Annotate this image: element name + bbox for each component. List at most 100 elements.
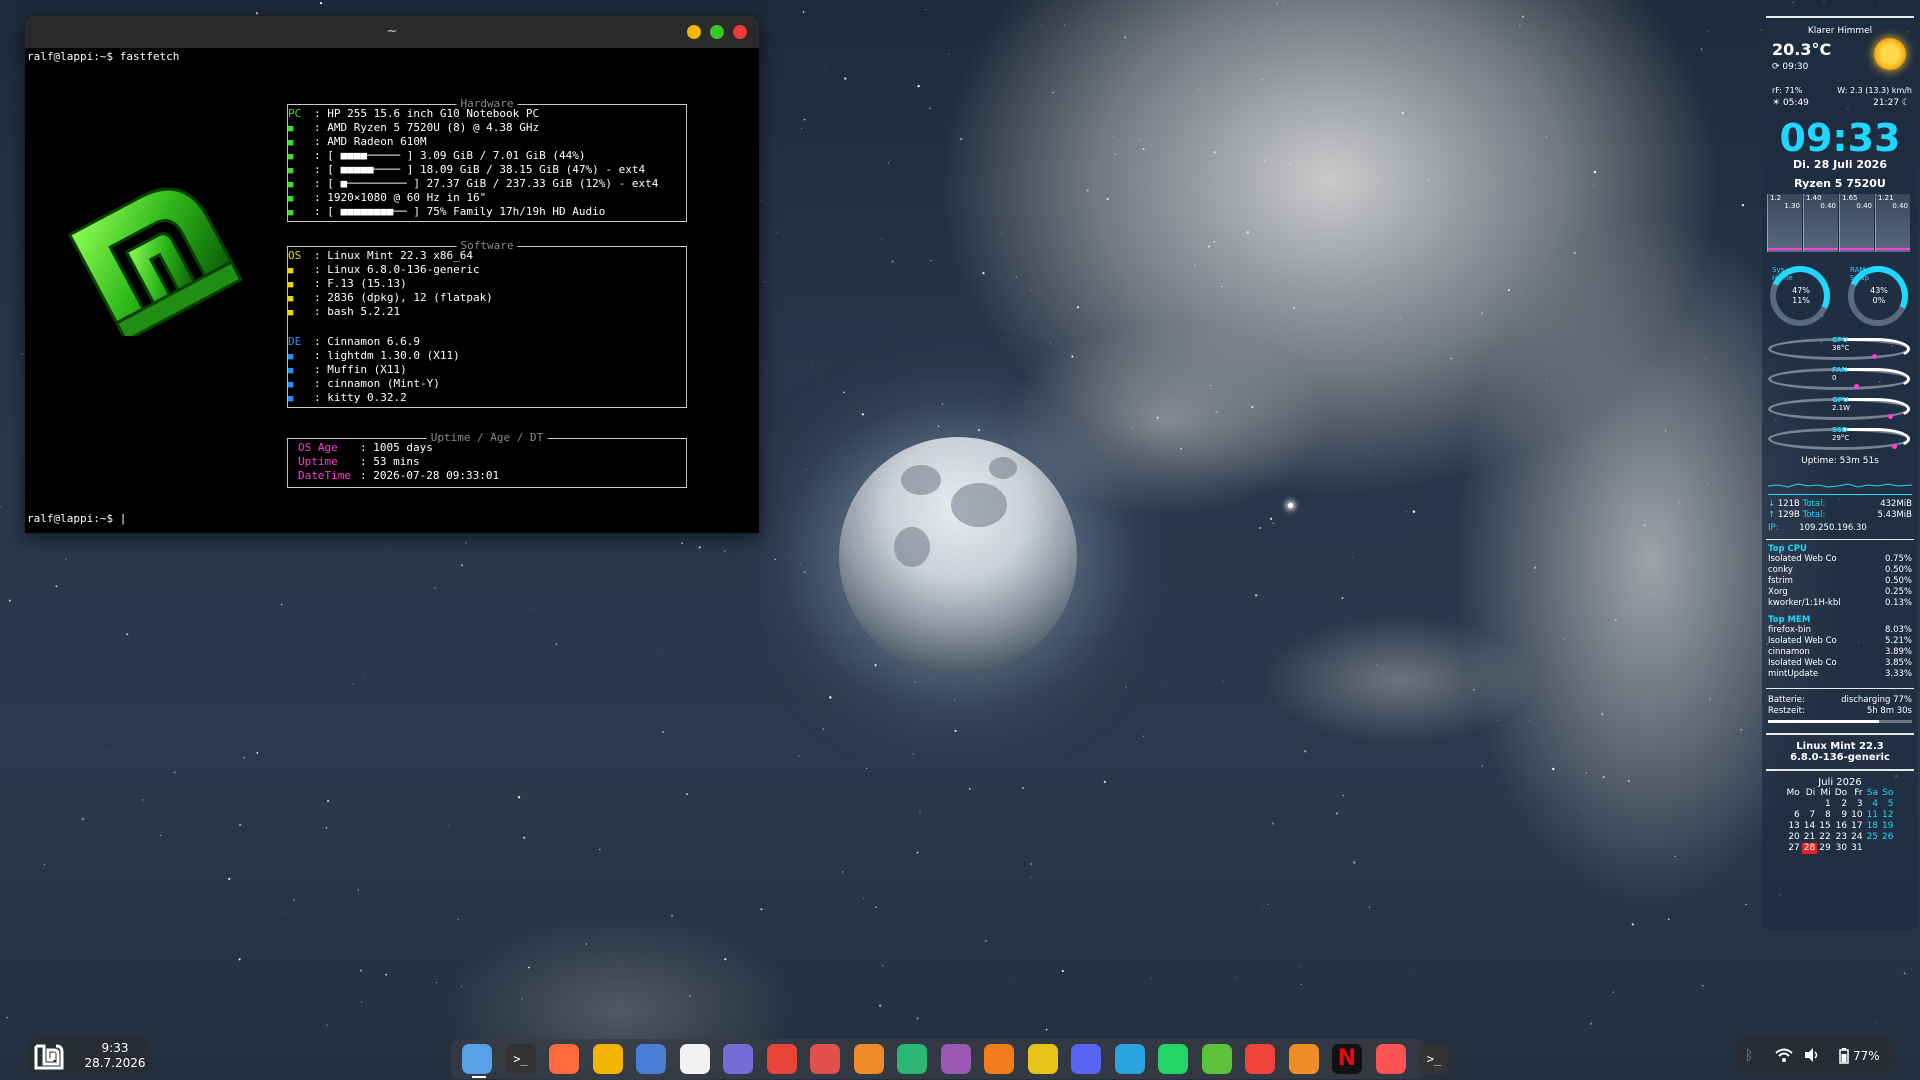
fastfetch-value: : cinnamon (Mint-Y) [314, 377, 440, 390]
weather-update-icon: ⟳ [1772, 62, 1780, 72]
fastfetch-row: Uptime: 53 mins [298, 455, 686, 469]
pen-icon[interactable] [1027, 1044, 1058, 1074]
download-total: 432MiB [1880, 499, 1912, 509]
whatsapp-icon[interactable] [1158, 1044, 1188, 1074]
wifi-icon[interactable] [1775, 1047, 1793, 1067]
sunrise-row: ☀ 05:49 [1772, 98, 1809, 108]
fastfetch-row: ■: 1920×1080 @ 60 Hz in 16" [288, 191, 686, 205]
core-bottom-value: 0.40 [1892, 202, 1908, 210]
fastfetch-key: ■ [288, 380, 294, 390]
keepassxc-icon[interactable] [1201, 1044, 1232, 1074]
process-row: Isolated Web Co 5.21% [1768, 636, 1912, 647]
sensor-dot [1892, 444, 1897, 449]
fastfetch-value: : [ ■■■■■■■■── ] 75% Family 17h/19h HD A… [314, 205, 606, 218]
calendar-title: Juli 2026 [1818, 777, 1862, 788]
kitty-icon[interactable]: >_ [1419, 1044, 1449, 1074]
timeshift-icon[interactable] [1288, 1044, 1319, 1074]
anydesk-icon[interactable] [1245, 1044, 1275, 1074]
calendar-day: 30 [1835, 843, 1848, 853]
netflix-icon[interactable]: N [1332, 1044, 1362, 1074]
download-rate: 121B [1777, 499, 1800, 509]
fastfetch-key: ■ [288, 294, 294, 304]
office-icon[interactable] [853, 1044, 884, 1074]
fastfetch-value: : 1920×1080 @ 60 Hz in 16" [314, 191, 487, 204]
sensor-dot [1854, 384, 1859, 389]
core-top-value: 1.65 [1842, 194, 1858, 202]
calendar-day: 26 [1882, 832, 1894, 842]
ring1-p2: 11% [1792, 296, 1810, 305]
bluetooth-icon[interactable]: ᛒ [1745, 1048, 1753, 1064]
upload-arrow-icon: ↑ [1768, 510, 1776, 520]
chrome-icon[interactable] [592, 1044, 623, 1074]
fastfetch-key: DateTime [298, 469, 351, 482]
calendar-week: 12345 [1785, 799, 1896, 810]
panel-clock[interactable]: 9:33 28.7.2026 [80, 1041, 150, 1071]
prompt-command: ralf@lappi:~$ fastfetch [27, 50, 180, 63]
fastfetch-key: ■ [288, 166, 294, 176]
battery-status: discharging 77% [1841, 695, 1912, 705]
battery-icon[interactable] [1839, 1048, 1849, 1068]
mint-menu-icon [34, 1044, 64, 1070]
ip-row: IP: 109.250.196.30 [1768, 523, 1912, 533]
firefox-icon[interactable] [549, 1044, 579, 1074]
fastfetch-value: : 2026-07-28 09:33:01 [360, 469, 500, 482]
process-name: Xorg [1768, 587, 1788, 597]
media-player-icon[interactable] [897, 1044, 927, 1074]
terminal-titlebar[interactable]: ~ [25, 16, 759, 48]
screenshot-icon[interactable] [766, 1044, 797, 1074]
core-bottom-value: 0.40 [1856, 202, 1872, 210]
maximize-button[interactable] [710, 25, 724, 39]
mail-icon[interactable] [636, 1044, 666, 1074]
cpu-core-graph: 1.2 1.30 [1767, 194, 1802, 252]
calendar-day [1802, 799, 1817, 810]
download-arrow-icon: ↓ [1768, 499, 1776, 509]
telegram-icon[interactable] [1114, 1044, 1145, 1074]
fastfetch-row: ■ : Muffin (X11) [288, 363, 686, 377]
ring2-a: RAM [1850, 266, 1866, 274]
ring2-p2: 0% [1872, 296, 1886, 305]
screen-recorder-icon[interactable] [1375, 1044, 1406, 1074]
core-line [1768, 248, 1802, 250]
weather-temp: 20.3°C [1772, 40, 1832, 59]
volume-icon[interactable] [1803, 1047, 1821, 1067]
panel-left: 9:33 28.7.2026 [28, 1038, 151, 1076]
process-row: mintUpdate 3.33% [1768, 669, 1912, 680]
core-line [1804, 248, 1838, 250]
fastfetch-value: : Muffin (X11) [314, 363, 407, 376]
vlc-icon[interactable] [984, 1044, 1014, 1074]
fastfetch-key: ■ [288, 366, 294, 376]
calendar-day [1785, 799, 1802, 810]
fastfetch-key: ■ [288, 266, 294, 276]
ebook-reader-icon[interactable] [810, 1044, 840, 1074]
calendar-day: 20 [1788, 832, 1800, 842]
sensor-label: FAN [1832, 366, 1848, 374]
discord-icon[interactable] [1071, 1044, 1101, 1074]
menu-button[interactable] [32, 1040, 66, 1074]
terminal-window[interactable]: ~ ralf@lappi:~$ fastfetch Hardware PC: H… [25, 16, 759, 533]
files-icon[interactable] [462, 1044, 492, 1074]
calendar-header: Mo Di Mi Do Fr Sa So [1785, 788, 1896, 799]
download-row: ↓ 121B Total: [1768, 499, 1825, 510]
fastfetch-key: ■ [288, 124, 294, 134]
fastfetch-value: : lightdm 1.30.0 (X11) [314, 349, 460, 362]
text-editor-icon[interactable] [723, 1044, 753, 1074]
fastfetch-key: ■ [288, 352, 294, 362]
sunrise-icon: ☀ [1772, 98, 1781, 108]
terminal-icon[interactable]: >_ [505, 1044, 536, 1074]
calendar-day: 29 [1819, 843, 1831, 853]
calendar-day: 7 [1809, 810, 1816, 820]
calendar-day: 31 [1851, 843, 1863, 853]
moon-image [839, 437, 1077, 675]
close-button[interactable] [733, 25, 747, 39]
prompt-current[interactable]: ralf@lappi:~$ | [27, 512, 126, 526]
fastfetch-row: ■: [ ■■■■■■■■── ] 75% Family 17h/19h HD … [288, 205, 686, 219]
calendar-weekday: Mo [1786, 788, 1800, 798]
core-top-value: 1.21 [1878, 194, 1894, 202]
sensor-label: CPU [1832, 336, 1848, 344]
document-icon[interactable] [679, 1044, 710, 1074]
calendar-week: 27 28 29 30 31 [1785, 843, 1896, 854]
video-player-icon[interactable] [940, 1044, 971, 1074]
sun-icon [1874, 38, 1906, 70]
minimize-button[interactable] [687, 25, 701, 39]
process-row: Isolated Web Co 0.75% [1768, 554, 1912, 565]
